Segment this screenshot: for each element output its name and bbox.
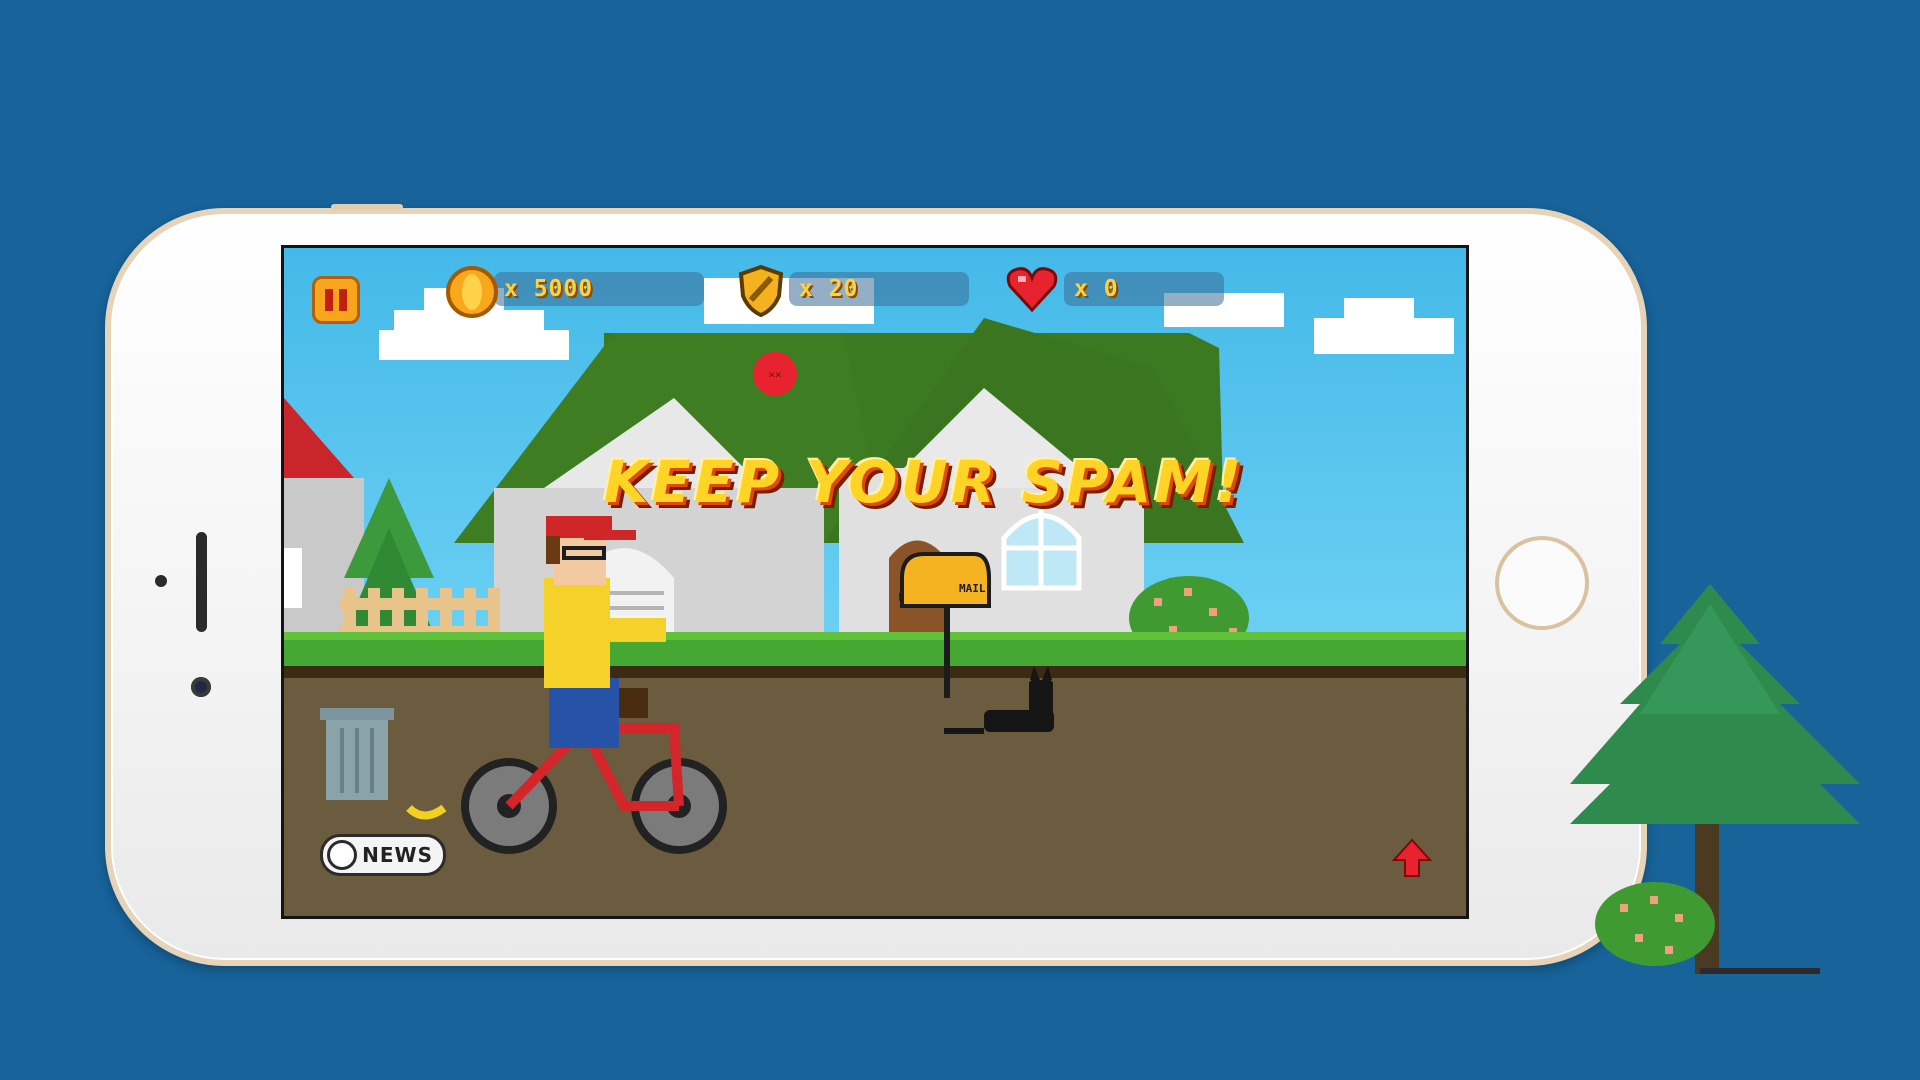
news-icon	[327, 840, 357, 870]
road	[284, 678, 1466, 916]
lives-count: x 0	[1074, 276, 1119, 302]
game-screen[interactable]: MAIL ×× x 5000 x 20 x 0 KEEP YOUR SPAM! …	[281, 245, 1469, 919]
pause-icon	[325, 289, 333, 311]
heart-icon	[1006, 266, 1058, 318]
shield-icon	[737, 264, 785, 324]
volume-button	[331, 204, 403, 210]
earpiece-speaker	[196, 532, 207, 632]
proximity-sensor	[155, 575, 167, 587]
up-arrow-icon[interactable]	[1391, 838, 1433, 882]
coin-counter: x 5000	[446, 266, 704, 318]
lives-counter: x 0	[1006, 267, 1224, 313]
bomb-face-icon: ××	[753, 352, 797, 396]
game-scene: MAIL ××	[284, 278, 1466, 916]
news-button-label: NEWS	[362, 843, 433, 867]
pause-button[interactable]	[312, 276, 360, 324]
trash-can	[320, 708, 394, 800]
news-button[interactable]: NEWS	[320, 834, 446, 876]
shield-count: x 20	[799, 276, 859, 302]
banner-title: KEEP YOUR SPAM!	[603, 448, 1245, 516]
pixel-tree	[1570, 584, 1860, 974]
svg-text:××: ××	[768, 368, 781, 381]
coin-count: x 5000	[504, 276, 594, 302]
coin-icon	[444, 264, 500, 326]
grass-hedge	[284, 638, 1466, 668]
mailbox-label: MAIL	[959, 582, 986, 595]
front-camera	[191, 677, 211, 697]
shield-counter: x 20	[738, 264, 969, 318]
